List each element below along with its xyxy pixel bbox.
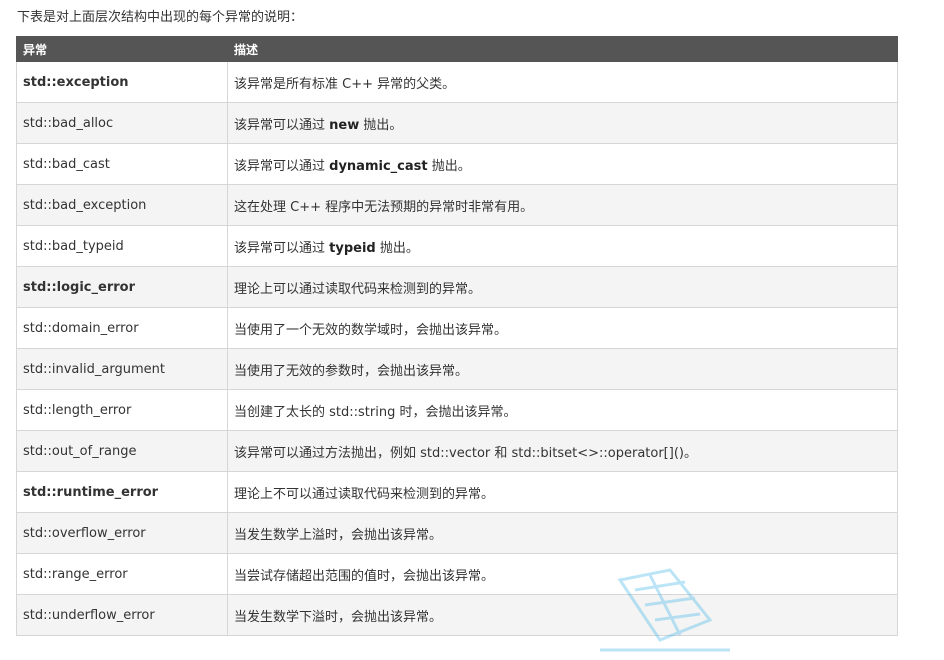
exception-description: 理论上可以通过读取代码来检测到的异常。 [227,266,898,308]
exception-description: 该异常可以通过 new 抛出。 [227,102,898,144]
description-text: 该异常是所有标准 C++ 异常的父类。 [234,76,456,92]
exception-description: 该异常可以通过方法抛出，例如 std::vector 和 std::bitset… [227,430,898,472]
exception-name: std::out_of_range [16,430,228,472]
exception-description: 这在处理 C++ 程序中无法预期的异常时非常有用。 [227,184,898,226]
description-text: 该异常可以通过 [234,117,330,133]
exception-name: std::invalid_argument [16,348,228,390]
exception-name: std::domain_error [16,307,228,349]
table-row: std::out_of_range 该异常可以通过方法抛出，例如 std::vec… [16,430,898,472]
exception-description: 当发生数学上溢时，会抛出该异常。 [227,512,898,554]
table-row: std::bad_exception 这在处理 C++ 程序中无法预期的异常时非常… [16,184,898,226]
exception-description: 理论上不可以通过读取代码来检测到的异常。 [227,471,898,513]
exception-name: std::exception [16,61,228,103]
table-row: std::overflow_error 当发生数学上溢时，会抛出该异常。 [16,512,898,554]
description-text: 理论上不可以通过读取代码来检测到的异常。 [234,486,495,502]
table-row: std::bad_cast 该异常可以通过 dynamic_cast 抛出。 [16,143,898,185]
table-row: std::domain_error 当使用了一个无效的数学域时，会抛出该异常。 [16,307,898,349]
exception-description: 当创建了太长的 std::string 时，会抛出该异常。 [227,389,898,431]
table-header-row: 异常 描述 [16,36,898,62]
table-row: std::exception 该异常是所有标准 C++ 异常的父类。 [16,61,898,103]
exception-description: 该异常是所有标准 C++ 异常的父类。 [227,61,898,103]
table-row: std::bad_typeid 该异常可以通过 typeid 抛出。 [16,225,898,267]
description-text: 这在处理 C++ 程序中无法预期的异常时非常有用。 [234,199,534,215]
exception-description: 当使用了一个无效的数学域时，会抛出该异常。 [227,307,898,349]
exception-name: std::logic_error [16,266,228,308]
description-text: 该异常可以通过 [234,240,330,256]
description-text: 当发生数学下溢时，会抛出该异常。 [234,609,443,625]
exception-name: std::overflow_error [16,512,228,554]
exception-description: 当使用了无效的参数时，会抛出该异常。 [227,348,898,390]
table-row: std::runtime_error 理论上不可以通过读取代码来检测到的异常。 [16,471,898,513]
description-text-suffix: 抛出。 [359,117,403,133]
header-exception: 异常 [16,36,228,62]
table-row: std::length_error 当创建了太长的 std::string 时，会… [16,389,898,431]
exception-name: std::bad_cast [16,143,228,185]
exception-description: 该异常可以通过 typeid 抛出。 [227,225,898,267]
description-text: 该异常可以通过方法抛出，例如 std::vector 和 std::bitset… [234,445,697,461]
exception-description: 当尝试存储超出范围的值时，会抛出该异常。 [227,553,898,595]
table-row: std::underflow_error 当发生数学下溢时，会抛出该异常。 [16,594,898,636]
table-row: std::bad_alloc 该异常可以通过 new 抛出。 [16,102,898,144]
description-text: 该异常可以通过 [234,158,330,174]
description-text-suffix: 抛出。 [375,240,419,256]
intro-text: 下表是对上面层次结构中出现的每个异常的说明： [17,10,304,25]
description-text: 当使用了无效的参数时，会抛出该异常。 [234,363,469,379]
description-keyword: typeid [329,240,376,256]
description-text-suffix: 抛出。 [427,158,471,174]
exception-name: std::bad_typeid [16,225,228,267]
exception-name: std::range_error [16,553,228,595]
exception-name: std::underflow_error [16,594,228,636]
exception-description: 该异常可以通过 dynamic_cast 抛出。 [227,143,898,185]
description-text: 当尝试存储超出范围的值时，会抛出该异常。 [234,568,495,584]
header-description: 描述 [227,36,898,62]
description-text: 当创建了太长的 std::string 时，会抛出该异常。 [234,404,517,420]
exception-description: 当发生数学下溢时，会抛出该异常。 [227,594,898,636]
exception-name: std::bad_alloc [16,102,228,144]
description-keyword: new [329,117,360,133]
description-text: 理论上可以通过读取代码来检测到的异常。 [234,281,482,297]
table-row: std::range_error 当尝试存储超出范围的值时，会抛出该异常。 [16,553,898,595]
description-text: 当发生数学上溢时，会抛出该异常。 [234,527,443,543]
table-row: std::invalid_argument 当使用了无效的参数时，会抛出该异常。 [16,348,898,390]
exception-name: std::length_error [16,389,228,431]
exception-name: std::runtime_error [16,471,228,513]
description-keyword: dynamic_cast [329,158,428,174]
table-row: std::logic_error 理论上可以通过读取代码来检测到的异常。 [16,266,898,308]
exception-name: std::bad_exception [16,184,228,226]
table-body: std::exception 该异常是所有标准 C++ 异常的父类。std::ba… [16,61,898,636]
exception-table: 异常 描述 std::exception 该异常是所有标准 C++ 异常的父类。 s… [16,36,898,636]
description-text: 当使用了一个无效的数学域时，会抛出该异常。 [234,322,508,338]
